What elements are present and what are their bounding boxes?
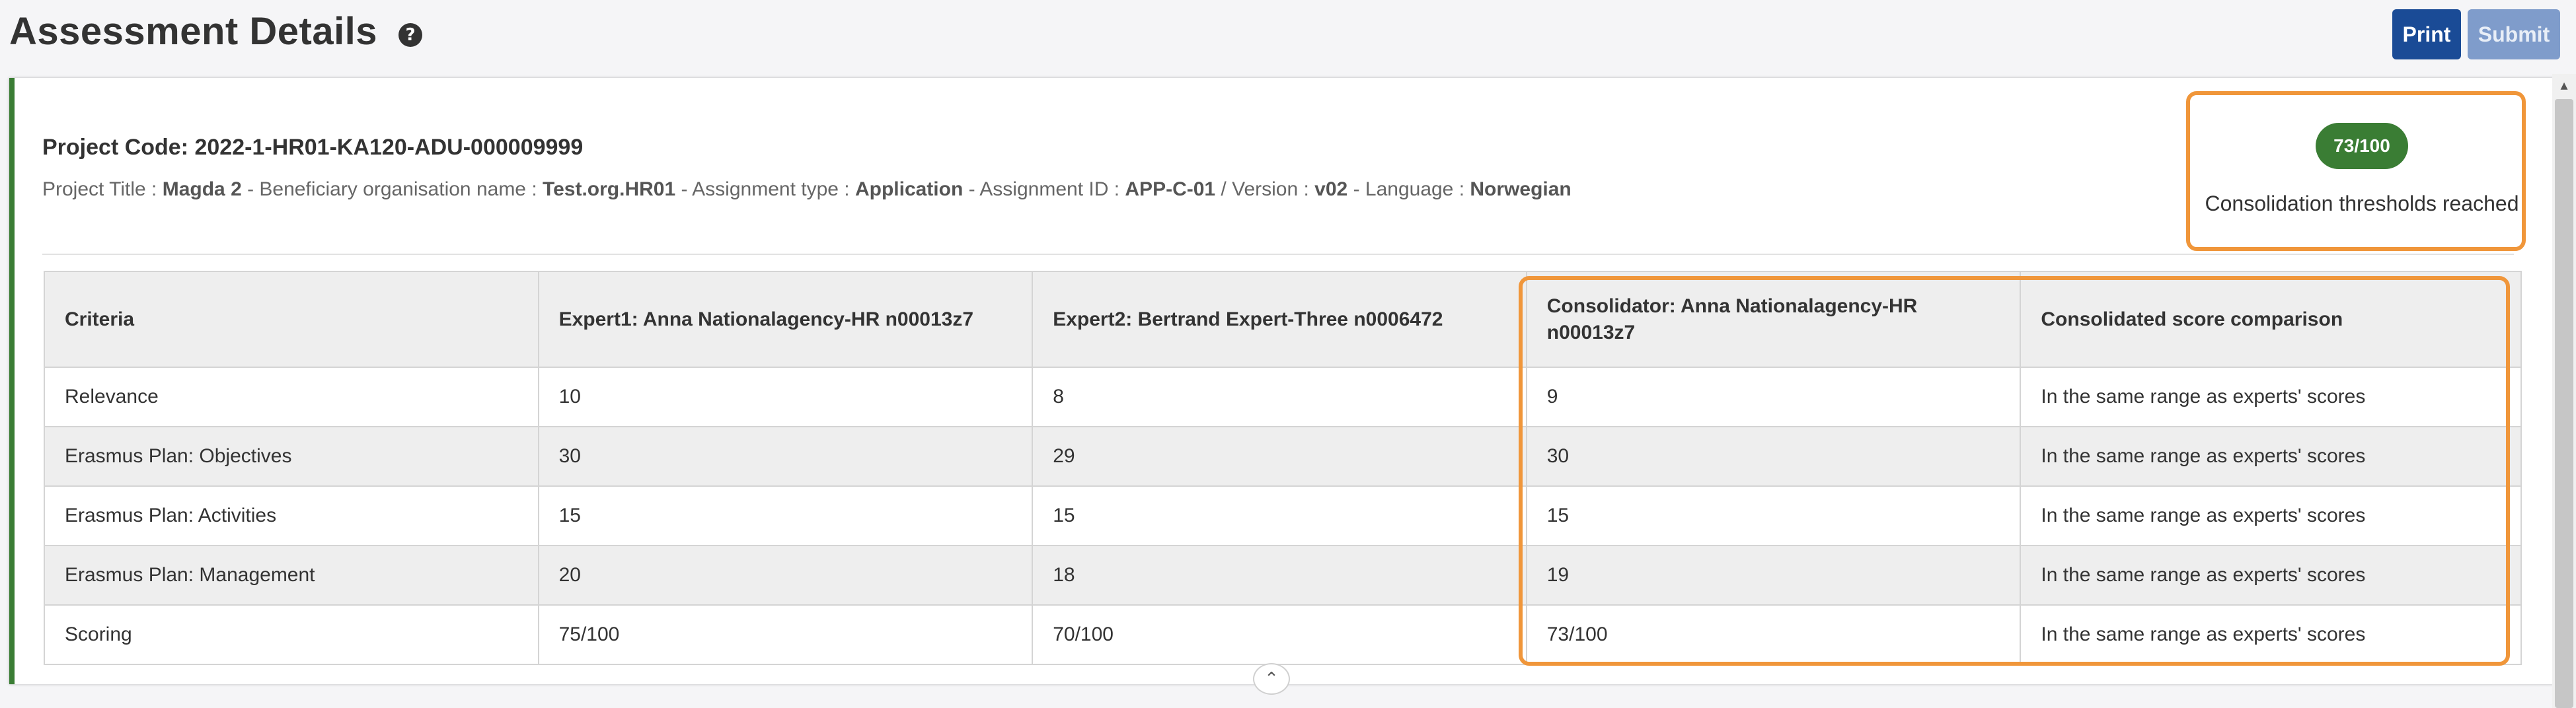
submit-button[interactable]: Submit: [2468, 9, 2560, 59]
table-row: Erasmus Plan: Activities 15 15 15 In the…: [44, 485, 2522, 546]
project-code: Project Code: 2022-1-HR01-KA120-ADU-0000…: [42, 135, 584, 160]
cell-expert2: 18: [1032, 545, 1527, 606]
cell-criteria: Scoring: [44, 604, 539, 665]
table-row: Erasmus Plan: Objectives 30 29 30 In the…: [44, 426, 2522, 487]
scrollbar-thumb[interactable]: [2555, 99, 2573, 708]
cell-comparison: In the same range as experts' scores: [2020, 604, 2522, 665]
assignment-id-value: APP-C-01: [1125, 178, 1216, 200]
cell-expert2: 70/100: [1032, 604, 1527, 665]
table-row: Erasmus Plan: Management 20 18 19 In the…: [44, 545, 2522, 606]
cell-criteria: Erasmus Plan: Objectives: [44, 426, 539, 487]
cell-consolidator: 15: [1525, 485, 2022, 546]
help-icon[interactable]: ?: [398, 23, 422, 47]
cell-expert1: 20: [537, 545, 1034, 606]
assignment-id-label: - Assignment ID :: [963, 178, 1125, 200]
language-value: Norwegian: [1470, 178, 1572, 200]
language-label: - Language :: [1347, 178, 1470, 200]
cell-criteria: Relevance: [44, 367, 539, 427]
project-title-label: Project Title :: [42, 178, 163, 200]
table-header-row: Criteria Expert1: Anna Nationalagency-HR…: [44, 271, 2522, 368]
cell-consolidator: 19: [1525, 545, 2022, 606]
chevron-up-icon[interactable]: ⌃: [1253, 663, 1290, 695]
cell-consolidator: 9: [1525, 367, 2022, 427]
cell-expert2: 29: [1032, 426, 1527, 487]
cell-expert1: 30: [537, 426, 1034, 487]
divider: [42, 254, 2514, 255]
score-badge: 73/100: [2316, 123, 2408, 169]
page-header: Assessment Details ? Print Submit: [0, 0, 2576, 73]
header-consolidator: Consolidator: Anna Nationalagency-HR n00…: [1525, 271, 2022, 368]
cell-expert1: 15: [537, 485, 1034, 546]
scores-table: Criteria Expert1: Anna Nationalagency-HR…: [44, 271, 2522, 665]
consolidation-status: Consolidation thresholds reached: [2205, 192, 2519, 215]
cell-comparison: In the same range as experts' scores: [2020, 367, 2522, 427]
version-label: / Version :: [1215, 178, 1315, 200]
header-expert2: Expert2: Bertrand Expert-Three n0006472: [1032, 271, 1527, 368]
version-value: v02: [1314, 178, 1348, 200]
cell-expert1: 75/100: [537, 604, 1034, 665]
project-meta: Project Title : Magda 2 - Beneficiary or…: [42, 178, 1572, 201]
header-expert1: Expert1: Anna Nationalagency-HR n00013z7: [537, 271, 1034, 368]
cell-expert2: 15: [1032, 485, 1527, 546]
header-comparison: Consolidated score comparison: [2020, 271, 2522, 368]
cell-consolidator: 30: [1525, 426, 2022, 487]
assessment-card: Project Code: 2022-1-HR01-KA120-ADU-0000…: [9, 78, 2554, 684]
cell-comparison: In the same range as experts' scores: [2020, 485, 2522, 546]
beneficiary-value: Test.org.HR01: [543, 178, 676, 200]
cell-comparison: In the same range as experts' scores: [2020, 545, 2522, 606]
assignment-type-value: Application: [854, 178, 964, 200]
cell-expert1: 10: [537, 367, 1034, 427]
cell-criteria: Erasmus Plan: Management: [44, 545, 539, 606]
page-title: Assessment Details: [9, 10, 378, 53]
cell-comparison: In the same range as experts' scores: [2020, 426, 2522, 487]
table-row: Relevance 10 8 9 In the same range as ex…: [44, 367, 2522, 427]
cell-expert2: 8: [1032, 367, 1527, 427]
print-button[interactable]: Print: [2392, 9, 2461, 59]
assignment-type-label: - Assignment type :: [675, 178, 855, 200]
cell-consolidator: 73/100: [1525, 604, 2022, 665]
project-title-value: Magda 2: [162, 178, 242, 200]
scroll-up-arrow-icon[interactable]: ▴: [2556, 78, 2572, 94]
header-criteria: Criteria: [44, 271, 539, 368]
cell-criteria: Erasmus Plan: Activities: [44, 485, 539, 546]
table-row: Scoring 75/100 70/100 73/100 In the same…: [44, 604, 2522, 665]
beneficiary-label: - Beneficiary organisation name :: [241, 178, 543, 200]
